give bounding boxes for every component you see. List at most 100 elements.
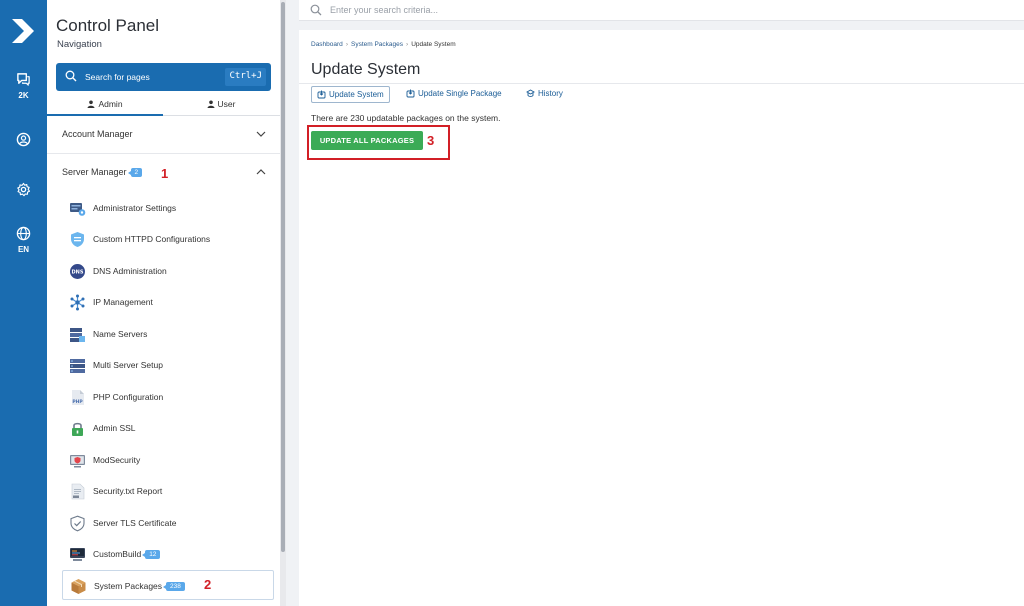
- navigation-sidebar: Control Panel Navigation Search for page…: [47, 0, 280, 606]
- language-label: EN: [17, 245, 30, 254]
- menu-item-custombuild[interactable]: CustomBuild 12: [62, 539, 274, 569]
- rail-settings[interactable]: [0, 182, 47, 197]
- rail-profile[interactable]: [0, 132, 47, 147]
- mod-security-icon: [70, 455, 85, 468]
- breadcrumb-separator: ›: [345, 41, 348, 48]
- menu-item-text: CustomBuild: [93, 549, 142, 559]
- update-all-packages-button[interactable]: UPDATE ALL PACKAGES: [311, 131, 423, 150]
- menu-item-label: CustomBuild 12: [93, 549, 161, 559]
- divider: [299, 83, 1024, 84]
- breadcrumb-system-packages[interactable]: System Packages: [351, 41, 403, 48]
- search-shortcut: Ctrl+J: [225, 68, 266, 86]
- menu-item-label: PHP Configuration: [93, 392, 164, 402]
- lock-icon: [72, 422, 83, 436]
- search-icon: [310, 4, 322, 16]
- page-title: Update System: [311, 61, 421, 78]
- menu-item-modsecurity[interactable]: ModSecurity: [62, 445, 274, 475]
- menu-item-multi-server-setup[interactable]: Multi Server Setup: [62, 350, 274, 380]
- admin-settings-icon: [70, 203, 86, 216]
- menu-item-php-configuration[interactable]: PHP PHP Configuration: [62, 382, 274, 412]
- divider: [47, 153, 280, 154]
- menu-item-security-txt-report[interactable]: Security.txt Report: [62, 476, 274, 506]
- chat-icon: [17, 73, 30, 86]
- icon-rail: 2K EN: [0, 0, 47, 606]
- menu-item-label: Security.txt Report: [93, 486, 163, 496]
- tab-label: Update System: [329, 90, 384, 99]
- chevron-up-icon: [256, 169, 266, 175]
- tab-label: History: [538, 89, 563, 98]
- tab-label: Update Single Package: [418, 89, 502, 98]
- global-search-bar[interactable]: Enter your search criteria...: [299, 0, 1024, 21]
- section-title: Server Manager 2: [62, 167, 143, 177]
- logo-icon[interactable]: [8, 16, 38, 46]
- menu-item-label: ModSecurity: [93, 455, 141, 465]
- shield-config-icon: [71, 232, 84, 247]
- annotation-marker: 1: [161, 166, 169, 181]
- main-content: Dashboard › System Packages › Update System …: [299, 30, 1024, 606]
- menu-item-administrator-settings[interactable]: Administrator Settings: [62, 193, 274, 223]
- breadcrumb-current: Update System: [411, 41, 456, 48]
- menu-item-ip-management[interactable]: IP Management: [62, 287, 274, 317]
- count-badge: 238: [163, 582, 185, 591]
- tab-update-system[interactable]: Update System: [311, 86, 390, 103]
- menu-item-name-servers[interactable]: Name Servers: [62, 319, 274, 349]
- globe-icon: [16, 226, 31, 241]
- person-icon: [87, 100, 95, 108]
- network-icon: [70, 294, 85, 311]
- tab-user[interactable]: User: [163, 99, 279, 109]
- annotation-marker: 3: [427, 133, 435, 148]
- history-icon: [526, 89, 535, 97]
- gear-icon: [17, 182, 31, 197]
- menu-item-dns-administration[interactable]: DNS DNS Administration: [62, 256, 274, 286]
- section-account-manager[interactable]: Account Manager: [47, 126, 280, 146]
- tab-admin[interactable]: Admin: [47, 99, 163, 116]
- rail-chat[interactable]: 2K: [0, 72, 47, 100]
- count-badge: 12: [142, 550, 161, 559]
- menu-item-label: IP Management: [93, 297, 153, 307]
- svg-text:DNS: DNS: [72, 270, 84, 276]
- nav-tabs: Admin User: [47, 96, 280, 116]
- section-title: Account Manager: [62, 129, 133, 139]
- annotation-marker: 2: [204, 577, 212, 592]
- update-icon: [317, 90, 326, 99]
- sidebar-scrollbar-thumb[interactable]: [281, 2, 285, 552]
- search-placeholder[interactable]: Enter your search criteria...: [330, 5, 438, 15]
- search-pages-label: Search for pages: [85, 72, 150, 82]
- tab-user-label: User: [217, 99, 236, 109]
- name-servers-icon: [70, 328, 85, 342]
- menu-item-system-packages[interactable]: System Packages 238: [62, 570, 274, 600]
- search-icon: [65, 70, 77, 82]
- rail-language[interactable]: EN: [0, 226, 47, 254]
- breadcrumb-dashboard[interactable]: Dashboard: [311, 41, 343, 48]
- breadcrumb: Dashboard › System Packages › Update System: [311, 41, 456, 48]
- menu-item-text: System Packages: [94, 581, 163, 591]
- menu-item-label: DNS Administration: [93, 266, 167, 276]
- count-badge: 2: [127, 168, 143, 177]
- updatable-packages-info: There are 230 updatable packages on the …: [311, 113, 501, 123]
- menu-item-label: Administrator Settings: [93, 203, 177, 213]
- app-root: 2K EN Control Panel Navigation Search fo…: [0, 0, 1024, 606]
- section-title-label: Server Manager: [62, 167, 127, 177]
- search-pages-button[interactable]: Search for pages Ctrl+J: [56, 63, 271, 91]
- menu-item-custom-httpd[interactable]: Custom HTTPD Configurations: [62, 224, 274, 254]
- chevron-down-icon: [256, 131, 266, 137]
- menu-item-server-tls-certificate[interactable]: Server TLS Certificate: [62, 508, 274, 538]
- breadcrumb-separator: ›: [406, 41, 409, 48]
- menu-item-label: System Packages 238: [94, 581, 185, 591]
- menu-item-admin-ssl[interactable]: Admin SSL: [62, 413, 274, 443]
- tab-update-single-package[interactable]: Update Single Package: [401, 86, 507, 103]
- nav-subtitle: Navigation: [57, 39, 102, 50]
- php-icon: PHP: [72, 390, 84, 405]
- custombuild-icon: [70, 548, 85, 561]
- chat-count: 2K: [18, 91, 29, 100]
- menu-item-label: Custom HTTPD Configurations: [93, 234, 211, 244]
- tab-history[interactable]: History: [521, 86, 568, 103]
- menu-item-label: Name Servers: [93, 329, 148, 339]
- package-icon: [71, 579, 86, 594]
- update-icon: [406, 89, 415, 98]
- nav-title: Control Panel: [56, 16, 160, 35]
- multi-server-icon: [70, 359, 85, 373]
- menu-item-label: Admin SSL: [93, 423, 136, 433]
- document-icon: [71, 483, 85, 500]
- tab-admin-label: Admin: [98, 99, 123, 109]
